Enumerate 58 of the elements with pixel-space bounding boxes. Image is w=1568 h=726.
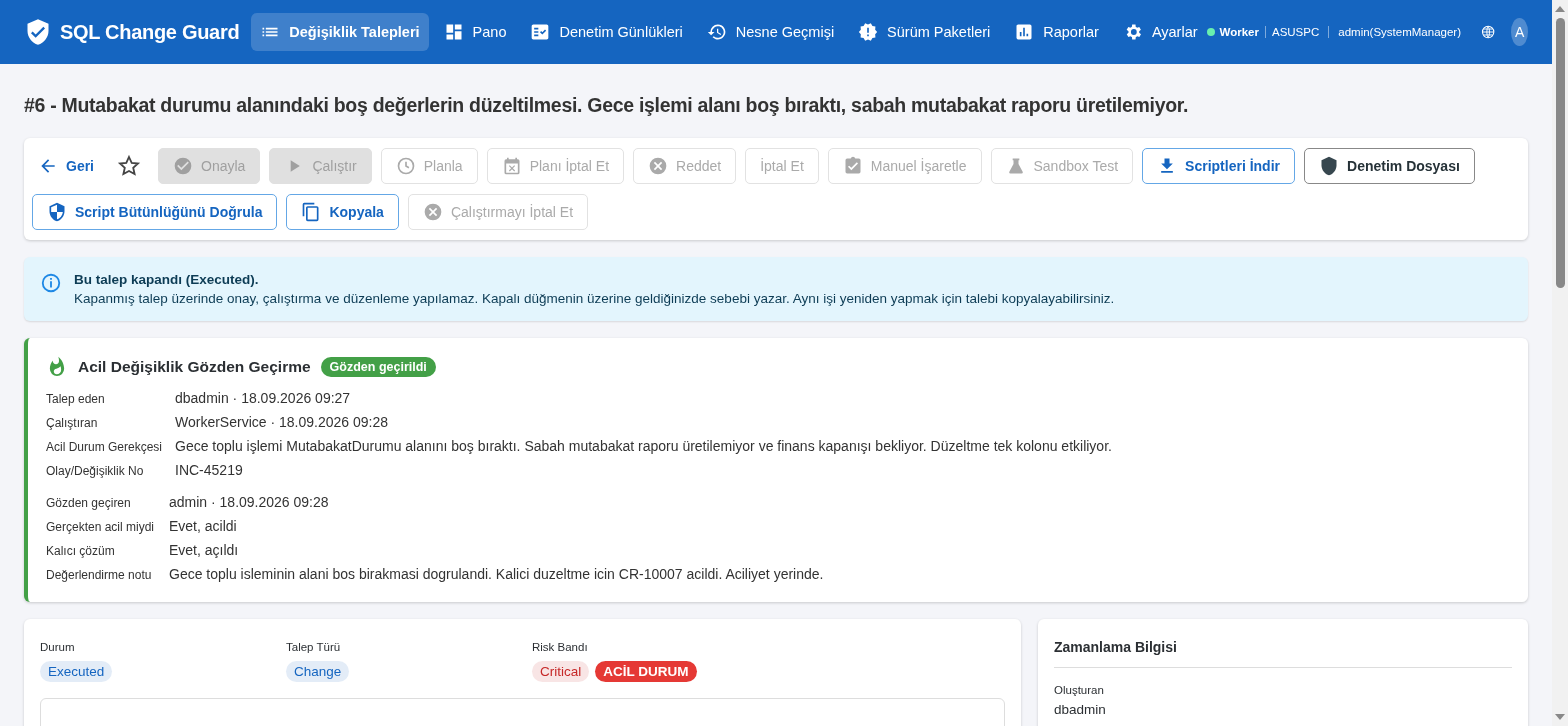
status-tag: Critical [532, 661, 590, 682]
alert-title: Bu talep kapandı (Executed). [74, 272, 260, 287]
field-label: Acil Durum Gerekçesi [46, 440, 164, 454]
field-label: Değerlendirme notu [46, 568, 153, 582]
field-value: admin · 18.09.2026 09:28 [169, 494, 330, 510]
field-value: Gece toplu isleminin alani bos birakmasi dogrulandi. Kalici duzeltme icin CR-10007 acildi. Aciliyet yerinde. [169, 566, 825, 582]
field-label: Talep Türü [286, 641, 342, 653]
action-button[interactable]: Script Bütünlüğünü Doğrula [32, 194, 278, 230]
alert-badge-icon [858, 22, 879, 42]
field-label: Oluşturan [1054, 684, 1105, 696]
nav-item[interactable]: Ayarlar [1113, 13, 1207, 51]
field-value: Evet, acildi [169, 518, 238, 534]
app-title: SQL Change Guard [60, 20, 240, 44]
card-title: Acil Değişiklik Gözden Geçirme [78, 358, 311, 376]
status-tag: Executed [40, 661, 113, 682]
field-label: Durum [40, 641, 76, 653]
page-title: #6 - Mutabakat durumu alanındaki boş değerlerin düzeltilmesi. Gece işlemi alanı boş bıraktı, sabah mutabakat raporu üretilemiyor. [24, 94, 1190, 117]
nav-item[interactable]: Nesne Geçmişi [697, 13, 844, 51]
bar-chart-icon [1014, 22, 1035, 42]
user-avatar[interactable]: A [1511, 18, 1528, 46]
field-label: Gözden geçiren [46, 496, 132, 510]
field-value: Evet, açıldı [169, 542, 240, 558]
nav-item[interactable]: Raporlar [1005, 13, 1108, 51]
field-label: Gerçekten acil miydi [46, 520, 156, 534]
checklist-icon [530, 22, 551, 42]
field-value: INC-45219 [175, 462, 244, 478]
alert-message: Kapanmış talep üzerinde onay, çalıştırma ve düzenleme yapılamaz. Kapalı düğmenin üzerine geldiğinizde sebebi yazar. Aynı işi yeniden yapmak için talebi kopyalayabilirsiniz. [74, 291, 1115, 306]
nav-item[interactable]: Sürüm Paketleri [849, 13, 1000, 51]
action-button[interactable]: Scriptleri İndir [1142, 148, 1295, 184]
nav-item[interactable]: Değişiklik Talepleri [251, 13, 429, 51]
user-name: admin(SystemManager) [1338, 26, 1461, 38]
field-value: WorkerService · 18.09.2026 09:28 [175, 414, 389, 430]
field-label: Çalıştıran [46, 416, 99, 430]
nav-item[interactable]: Pano [434, 13, 516, 51]
copy-icon [301, 202, 322, 222]
info-icon [40, 272, 62, 294]
status-badge: Gözden geçirildi [320, 357, 436, 377]
field-value: dbadmin [1054, 702, 1107, 717]
field-label: Olay/Değişiklik No [46, 464, 145, 478]
field-value: Gece toplu işlemi MutabakatDurumu alanını boş bıraktı. Sabah mutabakat raporu üretilemiyor ve finans kapanışı bekliyor. Düzeltme tek kolonu etkiliyor. [175, 438, 1113, 454]
star-icon[interactable] [117, 154, 141, 178]
worker-label: Worker [1219, 26, 1259, 38]
status-tag: Change [286, 661, 350, 682]
scrollbar[interactable] [1552, 0, 1568, 726]
nav-item[interactable]: Denetim Günlükleri [521, 13, 692, 51]
field-label: Risk Bandı [532, 641, 589, 653]
field-label: Talep eden [46, 392, 106, 406]
field-label: Kalıcı çözüm [46, 544, 116, 558]
field-value: dbadmin · 18.09.2026 09:27 [175, 390, 352, 406]
host-name: ASUSPC [1271, 26, 1320, 38]
card-title: Zamanlama Bilgisi [1054, 639, 1512, 668]
shield-icon [1319, 156, 1339, 176]
shield-icon [47, 202, 67, 222]
status-tag: ACİL DURUM [595, 661, 697, 682]
action-button[interactable]: Kopyala [286, 194, 399, 230]
action-button[interactable]: Denetim Dosyası [1304, 148, 1475, 184]
clock-icon [395, 156, 416, 176]
history-icon [706, 22, 727, 42]
